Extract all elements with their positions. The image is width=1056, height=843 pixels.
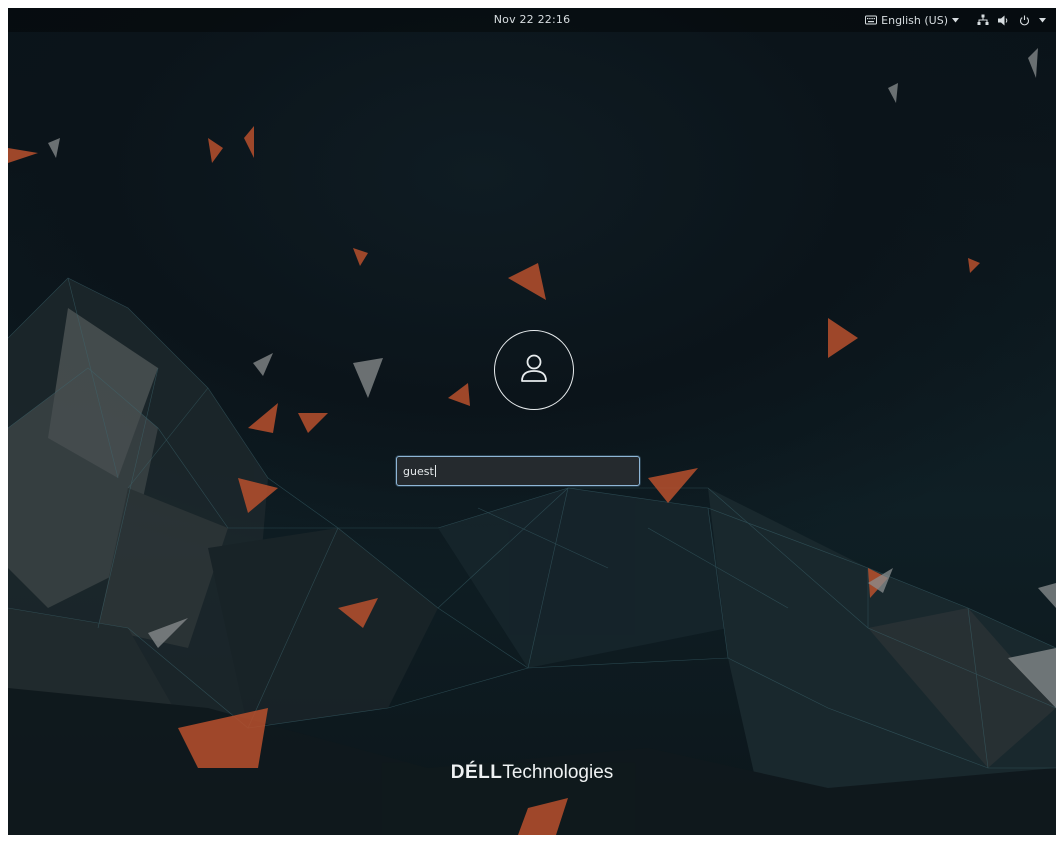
login-screen: Nov 22 22:16 English (US) guest DÉLLTech… (8, 8, 1056, 835)
wallpaper (8, 48, 1056, 835)
username-input[interactable]: guest (396, 456, 640, 486)
chevron-down-icon (952, 17, 959, 23)
chevron-down-icon (1039, 17, 1046, 23)
text-caret (434, 465, 436, 477)
logo-suffix: Technologies (502, 762, 614, 783)
keyboard-layout-label: English (US) (881, 13, 948, 27)
user-icon (516, 350, 552, 390)
user-avatar (494, 330, 574, 410)
system-tray: English (US) (865, 12, 1046, 28)
power-icon (1019, 15, 1030, 26)
dell-technologies-logo: DÉLLTechnologies (8, 762, 1056, 784)
volume-icon (998, 15, 1010, 26)
username-value: guest (403, 464, 434, 478)
top-bar: Nov 22 22:16 English (US) (8, 8, 1056, 32)
system-status-menu[interactable] (977, 14, 1046, 26)
logo-brand: DÉLL (450, 762, 503, 783)
network-icon (977, 14, 989, 26)
keyboard-icon (865, 15, 878, 25)
keyboard-layout-menu[interactable]: English (US) (865, 14, 959, 27)
